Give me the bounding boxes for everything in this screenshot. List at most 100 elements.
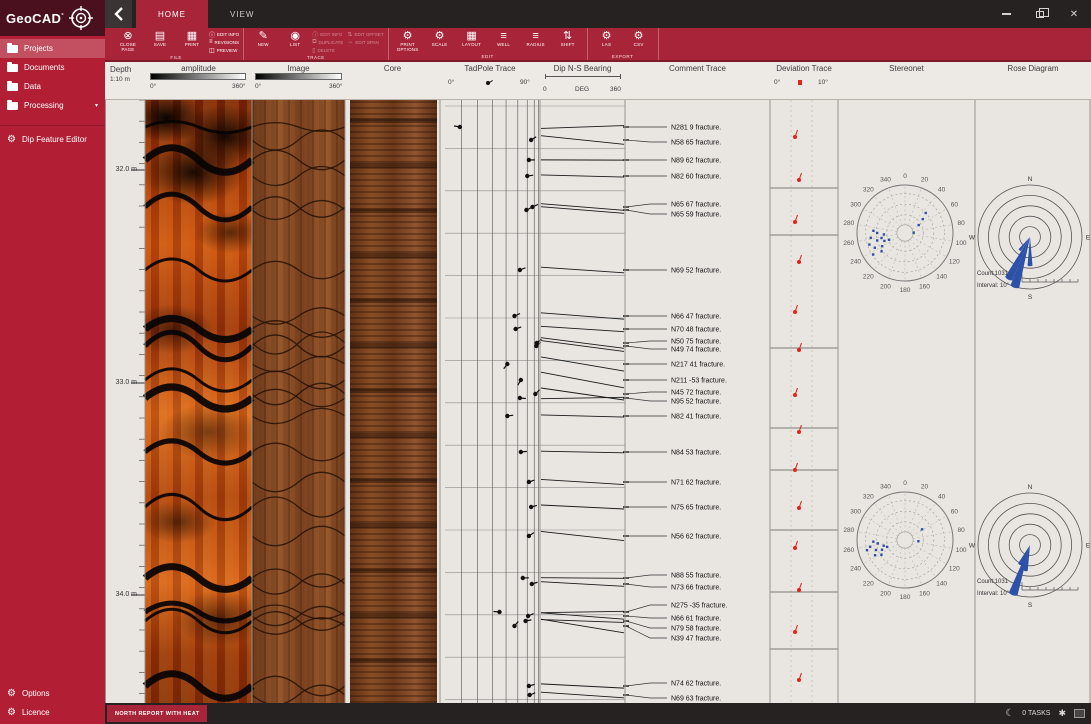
scale-button[interactable]: ⚙SCALE <box>425 29 455 47</box>
sidebar-item-data[interactable]: Data <box>0 77 105 96</box>
bearing-line <box>541 207 624 214</box>
tab-view[interactable]: VIEW <box>208 0 276 28</box>
stereonet-pole-point <box>912 231 914 233</box>
stereonet-tick-label: 20 <box>921 176 929 183</box>
folder-icon <box>7 45 18 53</box>
panel-toggle-icon[interactable] <box>1074 709 1085 718</box>
stereonet-pole-point <box>880 554 882 556</box>
sidebar-item-licence[interactable]: ⚙Licence <box>0 703 105 722</box>
button-label: DUPLICATE <box>318 40 343 45</box>
sidebar-item-label: Projects <box>24 44 53 53</box>
button-label: EDIT OFFSET <box>354 32 383 37</box>
bearing-line <box>541 582 624 587</box>
list-button[interactable]: ◉LIST <box>280 29 310 47</box>
sidebar-item-documents[interactable]: Documents <box>0 58 105 77</box>
ribbon-group-label: EXPORT <box>592 53 654 60</box>
sidebar-item-processing[interactable]: Processing▾ <box>0 96 105 115</box>
amplitude-sinusoids <box>145 121 252 698</box>
rose-compass-label: W <box>969 235 976 242</box>
preview-button[interactable]: ◫PREVIEW <box>209 46 239 54</box>
sidebar-item-label: Data <box>24 82 41 91</box>
rose-compass-label: E <box>1086 543 1091 550</box>
stereonet-tick-label: 320 <box>863 493 874 500</box>
save-button[interactable]: ▤SAVE <box>145 29 175 47</box>
bearing-line <box>541 175 624 177</box>
fracture-comment-label: N82 41 fracture. <box>671 414 721 421</box>
stereonet-pole-point <box>872 230 874 232</box>
rose-plot-2[interactable]: NSWECount:1031Interval: 10° <box>969 484 1091 609</box>
comment-track-data[interactable]: N281 9 fracture.N58 65 fracture.N89 62 f… <box>623 125 727 703</box>
fracture-comment-label: N56 62 fracture. <box>671 534 721 541</box>
stereonet-pole-point <box>922 218 924 220</box>
stereonet-plot-1[interactable]: 0204060801001201401601802002202402602803… <box>843 173 966 294</box>
stereonet-tick-label: 300 <box>850 202 861 209</box>
stereonet-tick-label: 200 <box>880 284 891 291</box>
deviation-track-data[interactable] <box>770 100 838 703</box>
button-label: RADIUS <box>527 42 545 47</box>
stereonet-tick-label: 80 <box>958 220 966 227</box>
edit-info-button[interactable]: ⓘEDIT INFO <box>209 30 239 38</box>
bearing-line <box>541 684 624 688</box>
bearing-line <box>541 531 624 540</box>
duplicate-button[interactable]: ⧉DUPLICATE <box>312 38 343 46</box>
fracture-comment-label: N71 62 fracture. <box>671 480 721 487</box>
well-button[interactable]: ≡WELL <box>489 29 519 47</box>
stereonet-tick-label: 260 <box>843 547 854 554</box>
rose-plot-1[interactable]: NSWECount:1031Interval: 10° <box>969 176 1091 301</box>
fracture-comment-label: N275 -35 fracture. <box>671 603 727 610</box>
geocad-app: HOMEVIEW ✕ ⊗CLOSE PAGE▤SAVE▦PRINTⓘEDIT I… <box>0 0 1091 724</box>
depth-label: 32.0 m <box>116 166 137 173</box>
tadpole-track-data[interactable] <box>454 125 541 697</box>
new-button[interactable]: ✎NEW <box>248 29 278 47</box>
edit-span-button[interactable]: ↔EDIT SPAN <box>347 38 383 46</box>
page-tab[interactable]: NORTH REPORT WITH HEAT <box>107 705 207 722</box>
bearing-line <box>541 126 624 129</box>
stereonet-tick-label: 140 <box>936 274 947 281</box>
stereonet-plot-2[interactable]: 0204060801001201401601802002202402602803… <box>843 480 966 601</box>
close-page-icon: ⊗ <box>123 30 132 42</box>
titlebar: HOMEVIEW ✕ <box>105 0 1091 28</box>
restore-button[interactable] <box>1023 0 1057 28</box>
bug-report-icon[interactable] <box>1058 708 1066 719</box>
rose-interval-label: Interval: 10° <box>977 283 1010 289</box>
close-page-button[interactable]: ⊗CLOSE PAGE <box>113 29 143 52</box>
button-label: EDIT INFO <box>217 32 239 37</box>
bearing-track-data[interactable] <box>541 126 624 698</box>
print-button[interactable]: ▦PRINT <box>177 29 207 47</box>
stereonet-tick-label: 180 <box>900 287 911 294</box>
edit-info-button[interactable]: ⓘEDIT INFO <box>312 30 343 38</box>
tab-home[interactable]: HOME <box>136 0 208 28</box>
fracture-comment-label: N66 47 fracture. <box>671 314 721 321</box>
csv-button[interactable]: ⚙CSV <box>624 29 654 47</box>
shift-button[interactable]: ⇅SHIFT <box>553 29 583 47</box>
bearing-line <box>541 204 624 211</box>
las-button[interactable]: ⚙LAS <box>592 29 622 47</box>
delete-button[interactable]: ▯DELETE <box>312 46 343 54</box>
bearing-line <box>541 692 624 698</box>
sidebar-item-projects[interactable]: Projects <box>0 39 105 58</box>
sidebar-item-dip-feature-editor[interactable]: ⚙Dip Feature Editor <box>0 130 105 149</box>
amplitude-scale-max: 360° <box>232 83 245 90</box>
fracture-comment-label: N89 62 fracture. <box>671 158 721 165</box>
track-headers: Depth 1:10 m amplitude 0° 360° Image 0° … <box>105 62 1091 100</box>
minimize-button[interactable] <box>989 0 1023 28</box>
back-button[interactable] <box>105 0 132 28</box>
fracture-comment-label: N73 66 fracture. <box>671 585 721 592</box>
night-mode-icon[interactable] <box>1005 708 1014 719</box>
log-plot[interactable]: N281 9 fracture.N58 65 fracture.N89 62 f… <box>105 62 1091 703</box>
layout-button[interactable]: ▦LAYOUT <box>457 29 487 47</box>
sidebar-item-options[interactable]: ⚙Options <box>0 684 105 703</box>
revisions-button[interactable]: ≡REVISIONS <box>209 38 239 46</box>
app-logo-text: GeoCAD° <box>6 11 64 26</box>
bearing-line <box>541 338 624 349</box>
radius-button[interactable]: ≡RADIUS <box>521 29 551 47</box>
gear-icon: ⚙ <box>634 30 644 42</box>
edit-offset-button[interactable]: ⇅EDIT OFFSET <box>347 30 383 38</box>
sidebar-items: Projects Documents Data Processing▾ <box>0 36 105 115</box>
close-button[interactable]: ✕ <box>1057 0 1091 28</box>
app-logo: GeoCAD° <box>0 0 105 36</box>
depth-label: 33.0 m <box>116 379 137 386</box>
stereonet-pole-point <box>883 233 885 235</box>
chevron-down-icon[interactable]: ▾ <box>95 102 98 109</box>
print-options-button[interactable]: ⚙PRINT OPTIONS <box>393 29 423 52</box>
